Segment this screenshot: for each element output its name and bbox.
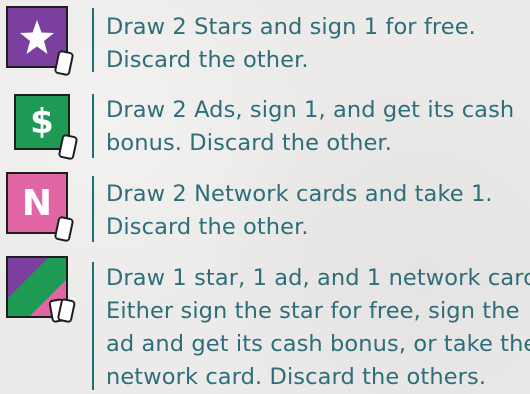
rule-line: bonus. Discard the other. [106, 130, 392, 156]
rule-line: Draw 2 Network cards and take 1. [106, 181, 493, 207]
divider [92, 94, 94, 158]
network-card-icon: N [6, 172, 74, 242]
card-icon [54, 50, 74, 76]
card-icon [58, 134, 78, 160]
divider [92, 262, 94, 390]
rule-text-network: Draw 2 Network cards and take 1. Discard… [106, 178, 522, 244]
rule-line: Draw 1 star, 1 ad, and 1 network card. [106, 265, 530, 291]
rule-text-stars: Draw 2 Stars and sign 1 for free. Discar… [106, 11, 522, 77]
rule-text-ads: Draw 2 Ads, sign 1, and get its cash bon… [106, 94, 522, 160]
mixed-card-icon [6, 256, 76, 324]
rule-text-mixed: Draw 1 star, 1 ad, and 1 network card. E… [106, 262, 530, 394]
rule-line: Either sign the star for free, sign the [106, 298, 520, 324]
star-card-icon [6, 6, 74, 76]
rule-line: Draw 2 Ads, sign 1, and get its cash [106, 97, 515, 123]
rule-line: ad and get its cash bonus, or take the [106, 331, 530, 357]
rule-line: Discard the other. [106, 47, 309, 73]
divider [92, 8, 94, 72]
multi-card-icon [48, 298, 76, 323]
card-icon [54, 216, 74, 242]
rule-line: Draw 2 Stars and sign 1 for free. [106, 14, 476, 40]
rule-line: network card. Discard the others. [106, 364, 487, 390]
ad-card-icon: $ [10, 90, 78, 160]
divider [92, 176, 94, 242]
rule-line: Discard the other. [106, 214, 309, 240]
